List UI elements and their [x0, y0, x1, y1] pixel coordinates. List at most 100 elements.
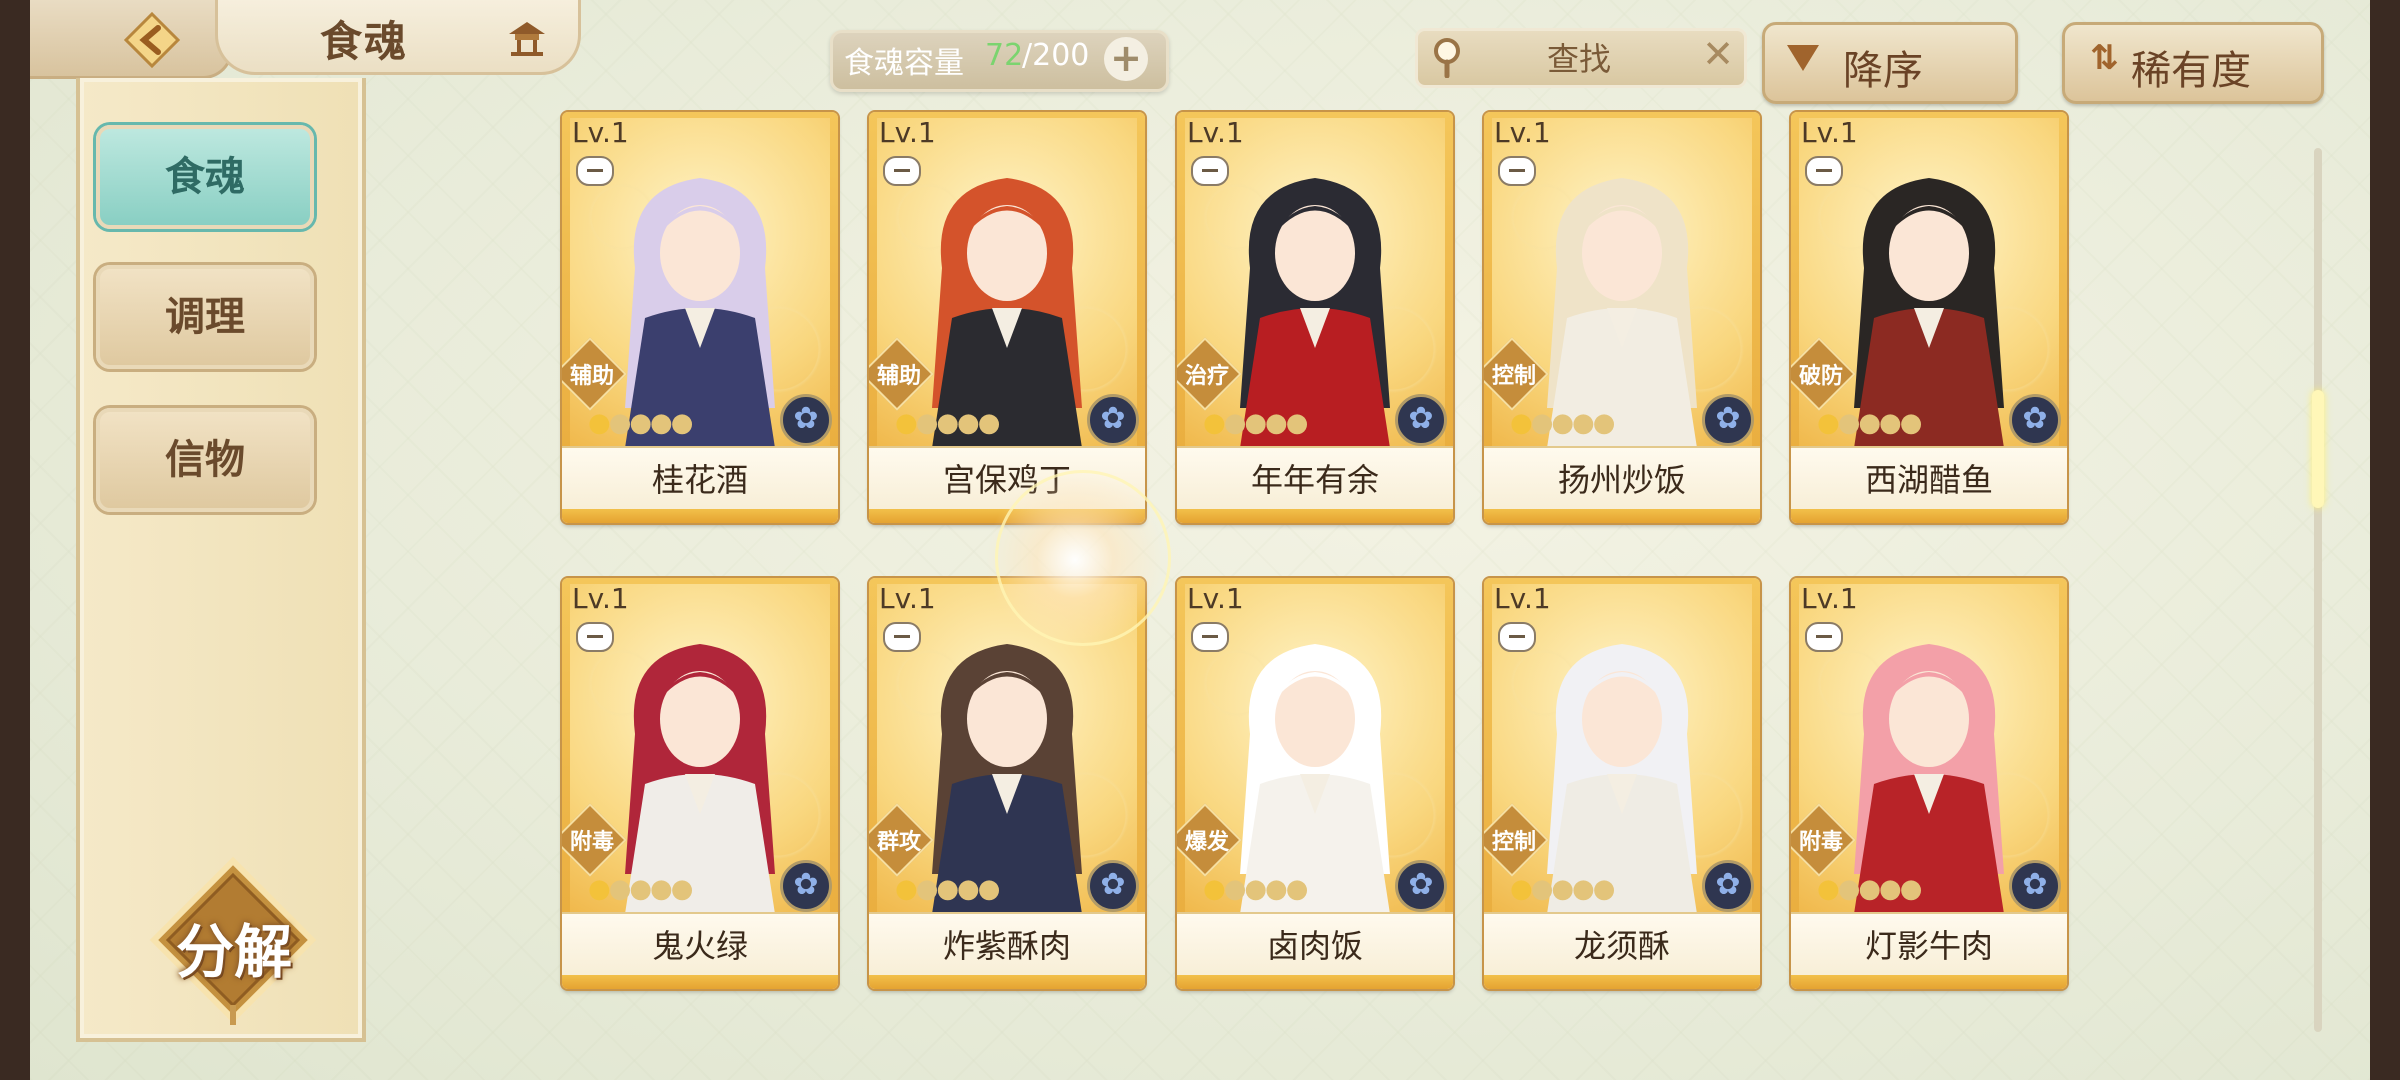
role-label: 破防: [1798, 364, 1843, 389]
character-portrait: [1240, 644, 1390, 914]
level-label: Lv.1: [1801, 116, 1858, 149]
level-label: Lv.1: [879, 116, 936, 149]
role-label: 附毒: [569, 830, 614, 855]
emote-bubble-icon: [1191, 156, 1229, 186]
emote-bubble-icon: [883, 156, 921, 186]
role-label: 辅助: [876, 364, 921, 389]
star-rating: ●●●●●: [1510, 874, 1615, 904]
role-label: 控制: [1491, 830, 1536, 855]
sort-key-label: 稀有度: [2131, 48, 2251, 94]
back-arrow-icon[interactable]: [122, 10, 182, 70]
faction-emblem-icon: [1087, 860, 1139, 912]
character-portrait: [1854, 178, 2004, 448]
food-soul-card[interactable]: Lv.1 控制 ●●●●● 扬州炒饭: [1484, 112, 1760, 523]
character-portrait: [932, 644, 1082, 914]
food-soul-card[interactable]: Lv.1辅助●●●●●宫保鸡丁: [869, 112, 1145, 523]
emote-bubble-icon: [1498, 622, 1536, 652]
role-label: 附毒: [1798, 830, 1843, 855]
emote-bubble-icon: [1805, 156, 1843, 186]
emote-bubble-icon: [576, 156, 614, 186]
search-icon: [1434, 38, 1460, 78]
level-label: Lv.1: [1494, 116, 1551, 149]
character-portrait: [625, 644, 775, 914]
capacity-max: /200: [1022, 38, 1090, 73]
card-name: 桂花酒: [651, 461, 748, 499]
card-name: 扬州炒饭: [1557, 461, 1686, 499]
search-label: 查找: [1547, 40, 1612, 78]
scrollbar-track[interactable]: [2314, 148, 2322, 1032]
role-label: 控制: [1491, 364, 1536, 389]
role-label: 群攻: [876, 830, 921, 855]
star-rating: ●●●●●: [588, 874, 693, 904]
star-rating: ●●●●●: [895, 874, 1000, 904]
sidebar-item-tokens[interactable]: 信物: [96, 408, 314, 512]
faction-emblem-icon: [1702, 394, 1754, 446]
capacity-current: 72: [985, 38, 1024, 73]
swap-sort-icon: ⇅: [2090, 38, 2119, 78]
card-name: 炸紫酥肉: [942, 927, 1071, 965]
food-soul-card[interactable]: Lv.1 辅助 ●●●●● 桂花酒: [562, 112, 838, 523]
tap-glow-ring: [995, 470, 1171, 646]
sort-order-label: 降序: [1843, 48, 1923, 94]
card-name: 灯影牛肉: [1864, 927, 1993, 965]
level-label: Lv.1: [879, 582, 936, 615]
food-soul-card[interactable]: Lv.1 控制 ●●●●● 龙须酥: [1484, 578, 1760, 989]
card-name: 鬼火绿: [651, 927, 748, 965]
faction-emblem-icon: [2009, 394, 2061, 446]
faction-emblem-icon: [2009, 860, 2061, 912]
character-portrait: [932, 178, 1082, 448]
faction-emblem-icon: [1395, 394, 1447, 446]
level-label: Lv.1: [1494, 582, 1551, 615]
star-rating: ●●●●●: [1203, 408, 1308, 438]
page-title: 食魂: [320, 17, 409, 66]
character-portrait: [1240, 178, 1390, 448]
level-label: Lv.1: [572, 116, 629, 149]
card-name: 龙须酥: [1573, 927, 1670, 965]
star-rating: ●●●●●: [588, 408, 693, 438]
clear-search-icon[interactable]: ✕: [1700, 35, 1736, 73]
star-rating: ●●●●●: [895, 408, 1000, 438]
food-soul-card[interactable]: Lv.1 爆发 ●●●●● 卤肉饭: [1177, 578, 1453, 989]
card-name: 卤肉饭: [1266, 927, 1363, 965]
food-soul-card[interactable]: Lv.1 附毒 ●●●●● 鬼火绿: [562, 578, 838, 989]
decompose-label: 分解: [175, 918, 292, 986]
food-soul-card[interactable]: Lv.1 治疗 ●●●●● 年年有余: [1177, 112, 1453, 523]
role-label: 治疗: [1184, 364, 1229, 389]
emote-bubble-icon: [883, 622, 921, 652]
game-screen: 食魂 食魂容量 72 /200 + 查找 ✕ 降序 ⇅ 稀有度 食魂 调理 信物…: [30, 0, 2370, 1080]
star-rating: ●●●●●: [1203, 874, 1308, 904]
capacity-label: 食魂容量: [844, 46, 964, 81]
food-soul-card[interactable]: Lv.1 附毒 ●●●●● 灯影牛肉: [1791, 578, 2067, 989]
capacity-add-button[interactable]: +: [1104, 37, 1148, 81]
emote-bubble-icon: [1805, 622, 1843, 652]
faction-emblem-icon: [1087, 394, 1139, 446]
role-label: 辅助: [569, 364, 614, 389]
star-rating: ●●●●●: [1817, 408, 1922, 438]
emote-bubble-icon: [1191, 622, 1229, 652]
character-portrait: [1547, 178, 1697, 448]
emote-bubble-icon: [576, 622, 614, 652]
star-rating: ●●●●●: [1817, 874, 1922, 904]
food-soul-card[interactable]: Lv.1 破防 ●●●●● 西湖醋鱼: [1791, 112, 2067, 523]
pavilion-icon[interactable]: [505, 16, 549, 60]
faction-emblem-icon: [1395, 860, 1447, 912]
card-name: 西湖醋鱼: [1864, 461, 1993, 499]
level-label: Lv.1: [1187, 116, 1244, 149]
character-portrait: [1854, 644, 2004, 914]
level-label: Lv.1: [572, 582, 629, 615]
level-label: Lv.1: [1187, 582, 1244, 615]
faction-emblem-icon: [1702, 860, 1754, 912]
character-portrait: [625, 178, 775, 448]
star-rating: ●●●●●: [1510, 408, 1615, 438]
emote-bubble-icon: [1498, 156, 1536, 186]
scrollbar-thumb[interactable]: [2312, 390, 2324, 508]
role-label: 爆发: [1184, 830, 1229, 855]
level-label: Lv.1: [1801, 582, 1858, 615]
faction-emblem-icon: [780, 860, 832, 912]
character-portrait: [1547, 644, 1697, 914]
sidebar-item-conditioning[interactable]: 调理: [96, 265, 314, 369]
faction-emblem-icon: [780, 394, 832, 446]
card-name: 年年有余: [1250, 461, 1379, 499]
sort-descending-icon: [1787, 45, 1819, 71]
sidebar-item-food-souls[interactable]: 食魂: [96, 125, 314, 229]
